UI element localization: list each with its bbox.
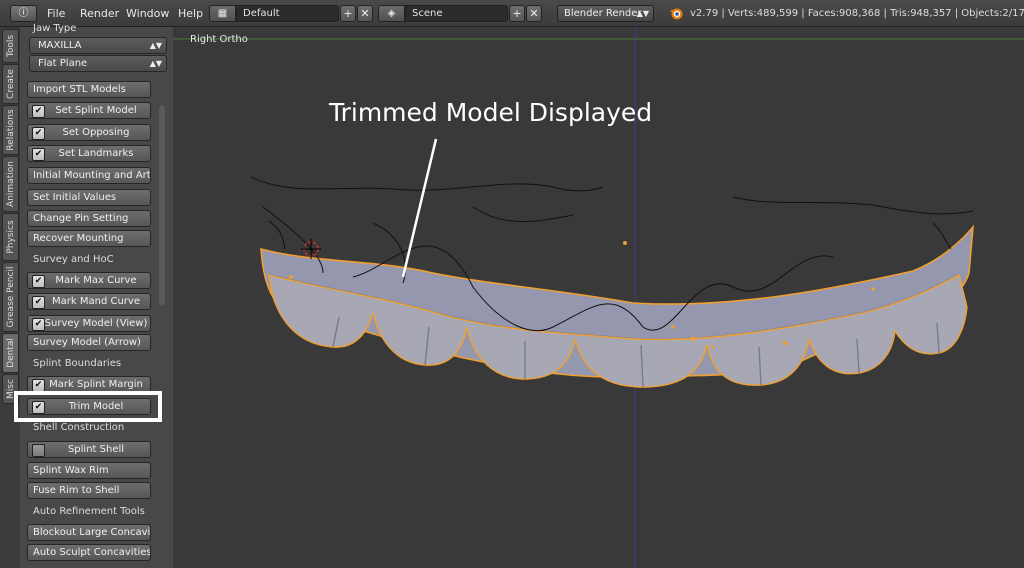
checkbox-checked-icon[interactable]: ✔ — [32, 127, 45, 140]
set-splint-model-button[interactable]: ✔ Set Splint Model — [27, 102, 151, 119]
checkbox-checked-icon[interactable]: ✔ — [32, 296, 45, 309]
checkbox-checked-icon[interactable]: ✔ — [32, 275, 45, 288]
mark-max-curve-button[interactable]: ✔ Mark Max Curve — [27, 272, 151, 289]
auto-refinement-label: Auto Refinement Tools — [33, 506, 145, 517]
plane-type-select[interactable]: Flat Plane ▲▼ — [29, 55, 167, 72]
tool-tabs: Tools Create Relations Animation Physics… — [0, 27, 21, 568]
delete-scene-button[interactable]: ✕ — [526, 5, 542, 22]
auto-sculpt-concavities-button[interactable]: Auto Sculpt Concavities — [27, 544, 151, 561]
menu-render[interactable]: Render — [80, 0, 119, 27]
add-scene-button[interactable]: + — [509, 5, 525, 22]
shell-construction-label: Shell Construction — [33, 422, 125, 433]
survey-model-view-button[interactable]: ✔ Survey Model (View) — [27, 315, 151, 332]
change-pin-setting-button[interactable]: Change Pin Setting — [27, 210, 151, 227]
fuse-rim-to-shell-button[interactable]: Fuse Rim to Shell — [27, 482, 151, 499]
set-opposing-button[interactable]: ✔ Set Opposing — [27, 124, 151, 141]
panel-scrollbar-thumb[interactable] — [159, 105, 165, 305]
scene-statistics: v2.79 | Verts:489,599 | Faces:908,368 | … — [690, 8, 1024, 19]
3d-cursor-icon — [301, 239, 321, 259]
survey-model-arrow-button[interactable]: Survey Model (Arrow) — [27, 334, 151, 351]
blender-logo-icon — [669, 8, 683, 20]
tab-dental[interactable]: Dental — [2, 333, 19, 373]
layout-name-field[interactable]: Default — [236, 5, 339, 22]
splint-wax-rim-button[interactable]: Splint Wax Rim — [27, 462, 151, 479]
blockout-large-concavities-button[interactable]: Blockout Large Concaviti... — [27, 524, 151, 541]
trim-model-highlight-box — [14, 391, 162, 422]
jaw-type-select[interactable]: MAXILLA ▲▼ — [29, 37, 167, 54]
menu-window[interactable]: Window — [126, 0, 169, 27]
dental-tool-panel: Jaw Type MAXILLA ▲▼ Flat Plane ▲▼ Import… — [20, 23, 174, 568]
checkbox-checked-icon[interactable]: ✔ — [32, 148, 45, 161]
mark-mand-curve-button[interactable]: ✔ Mark Mand Curve — [27, 293, 151, 310]
tab-animation[interactable]: Animation — [2, 156, 19, 212]
jaw-type-value: MAXILLA — [38, 40, 82, 51]
tab-tools[interactable]: Tools — [2, 29, 19, 63]
jaw-type-label: Jaw Type — [33, 23, 77, 34]
splint-boundaries-label: Splint Boundaries — [33, 358, 122, 369]
render-engine-label: Blender Render — [564, 8, 642, 19]
tab-physics[interactable]: Physics — [2, 213, 19, 261]
view-label: Right Ortho — [190, 34, 248, 45]
plane-type-value: Flat Plane — [38, 58, 88, 69]
survey-section-label: Survey and HoC — [33, 254, 114, 265]
menu-help[interactable]: Help — [178, 0, 203, 27]
tab-create[interactable]: Create — [2, 64, 19, 104]
annotation-pointer-line — [401, 138, 438, 278]
dental-model-mesh[interactable] — [260, 224, 975, 388]
tab-grease-pencil[interactable]: Grease Pencil — [2, 262, 19, 332]
checkbox-checked-icon[interactable]: ✔ — [32, 105, 45, 118]
info-header-bar: ⓘ File Render Window Help ▦ Default + ✕ … — [0, 0, 1024, 27]
tab-relations[interactable]: Relations — [2, 105, 19, 155]
recover-mounting-button[interactable]: Recover Mounting — [27, 230, 151, 247]
screen-layout-icon[interactable]: ▦ — [209, 5, 236, 22]
add-layout-button[interactable]: + — [340, 5, 356, 22]
delete-layout-button[interactable]: ✕ — [357, 5, 373, 22]
checkbox-checked-icon[interactable]: ✔ — [32, 318, 45, 331]
render-engine-select[interactable]: Blender Render ▲▼ — [557, 5, 654, 22]
checkbox-unchecked-icon[interactable] — [32, 444, 45, 457]
set-landmarks-button[interactable]: ✔ Set Landmarks — [27, 145, 151, 162]
info-icon[interactable]: ⓘ — [10, 5, 37, 22]
scene-icon[interactable]: ◈ — [378, 5, 405, 22]
import-stl-button[interactable]: Import STL Models — [27, 81, 151, 98]
initial-mounting-button[interactable]: Initial Mounting and Artic... — [27, 167, 151, 184]
splint-shell-button[interactable]: Splint Shell — [27, 441, 151, 458]
annotation-label: Trimmed Model Displayed — [329, 98, 653, 127]
set-initial-values-button[interactable]: Set Initial Values — [27, 189, 151, 206]
scene-name-field[interactable]: Scene — [405, 5, 508, 22]
updown-arrow-icon: ▲▼ — [636, 9, 649, 18]
3d-viewport[interactable]: Right Ortho Trimmed Model Displayed — [173, 27, 1024, 568]
